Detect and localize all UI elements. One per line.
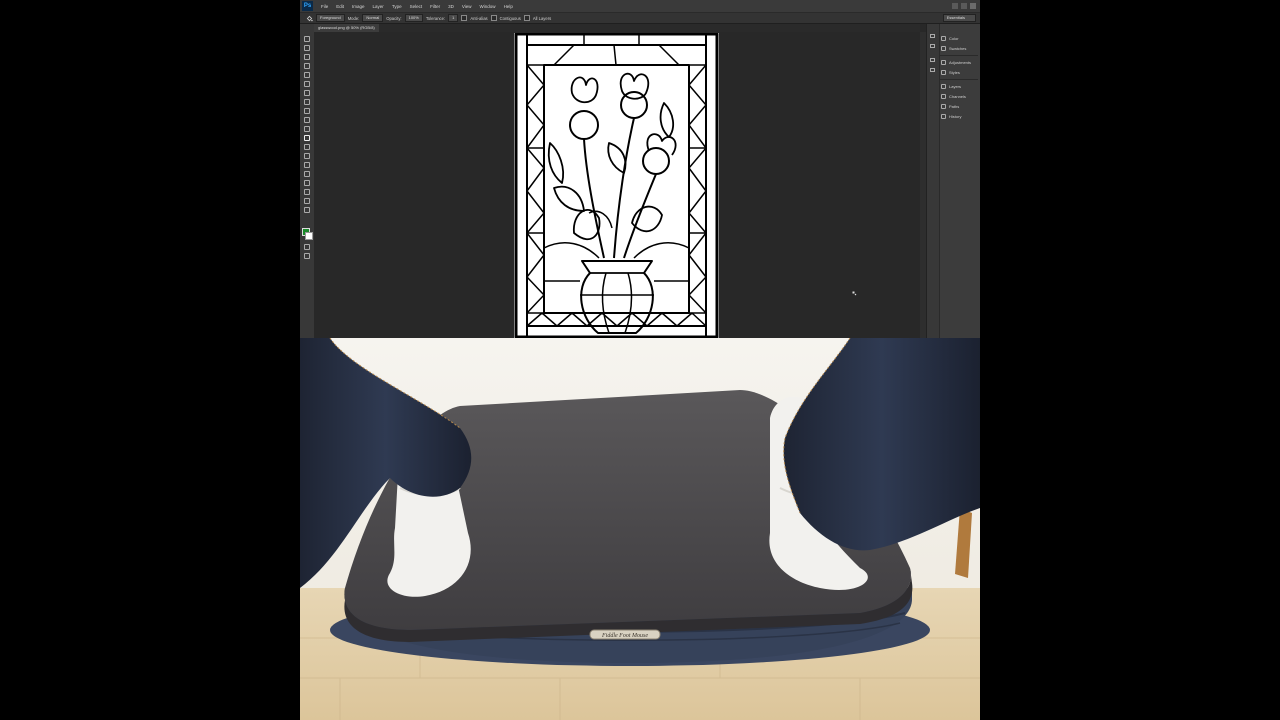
swatches-grid-icon <box>941 45 946 51</box>
panel-label: Styles <box>949 69 960 75</box>
history-icon <box>941 113 946 119</box>
lasso-tool-icon[interactable] <box>304 54 310 60</box>
panel-label: History <box>949 113 962 119</box>
brush-tool-icon[interactable] <box>304 99 310 105</box>
panel-divider <box>940 55 978 56</box>
opacity-label: Opacity: <box>386 15 402 21</box>
panel-color[interactable]: Color <box>941 34 959 42</box>
panel-layers[interactable]: Layers <box>941 82 961 90</box>
channels-icon <box>941 93 946 99</box>
panel-label: Channels <box>949 93 966 99</box>
panel-swatches[interactable]: Swatches <box>941 44 966 52</box>
move-tool-icon[interactable] <box>304 36 310 42</box>
panel-history[interactable]: History <box>941 112 961 120</box>
blur-tool-icon[interactable] <box>304 144 310 150</box>
menu-window[interactable]: Window <box>476 4 500 9</box>
eyedropper-tool-icon[interactable] <box>304 81 310 87</box>
panel-adjustments[interactable]: Adjustments <box>941 58 971 66</box>
panel-label: Color <box>949 35 959 41</box>
workspace-select[interactable]: Essentials <box>942 14 976 22</box>
layers-icon <box>941 83 946 89</box>
menu-image[interactable]: Image <box>348 4 369 9</box>
window-controls <box>952 3 980 9</box>
marquee-tool-icon[interactable] <box>304 45 310 51</box>
menu-type[interactable]: Type <box>388 4 406 9</box>
paint-bucket-tool-icon[interactable] <box>304 135 310 141</box>
properties-panel-icon[interactable] <box>930 44 935 48</box>
paragraph-panel-icon[interactable] <box>930 68 935 72</box>
paths-icon <box>941 103 946 109</box>
photoshop-logo-icon: Ps <box>302 1 313 11</box>
menu-view[interactable]: View <box>458 4 476 9</box>
minimize-icon[interactable] <box>952 3 958 9</box>
quick-mask-icon[interactable] <box>304 244 310 250</box>
menu-select[interactable]: Select <box>406 4 427 9</box>
contiguous-label: Contiguous <box>499 15 521 21</box>
canvas-area[interactable] <box>314 32 920 338</box>
document-tab[interactable]: glasswood.png @ 50% (RGB/8) <box>314 24 379 32</box>
hand-tool-icon[interactable] <box>304 198 310 204</box>
menu-3d[interactable]: 3D <box>444 4 458 9</box>
close-icon[interactable] <box>970 3 976 9</box>
history-brush-tool-icon[interactable] <box>304 117 310 123</box>
tool-options-bar: Foreground Mode: Normal Opacity: 100% To… <box>300 12 980 24</box>
document-canvas[interactable] <box>514 33 719 338</box>
shape-tool-icon[interactable] <box>304 189 310 195</box>
tolerance-label: Tolerance: <box>425 15 446 21</box>
opacity-field[interactable]: 100% <box>404 14 423 22</box>
type-tool-icon[interactable] <box>304 171 310 177</box>
all-layers-label: All Layers <box>532 15 552 21</box>
healing-tool-icon[interactable] <box>304 90 310 96</box>
all-layers-checkbox[interactable] <box>523 15 530 21</box>
stained-glass-artwork <box>514 33 719 338</box>
maximize-icon[interactable] <box>961 3 967 9</box>
adjustments-icon <box>941 59 946 65</box>
styles-icon <box>941 69 946 75</box>
menu-bar: Ps File Edit Image Layer Type Select Fil… <box>300 0 980 12</box>
history-panel-icon[interactable] <box>930 34 935 38</box>
menu-help[interactable]: Help <box>500 4 517 9</box>
crop-tool-icon[interactable] <box>304 72 310 78</box>
menu-filter[interactable]: Filter <box>426 4 444 9</box>
paint-bucket-cursor-icon <box>852 291 857 296</box>
zoom-tool-icon[interactable] <box>304 207 310 213</box>
dodge-tool-icon[interactable] <box>304 153 310 159</box>
color-palette-icon <box>941 35 946 41</box>
tolerance-field[interactable]: 1 <box>448 14 459 22</box>
screen-mode-icon[interactable] <box>304 253 310 259</box>
device-nameplate: Fiddle Foot Mouse <box>601 633 648 639</box>
photoshop-window: Ps File Edit Image Layer Type Select Fil… <box>300 0 980 338</box>
toolbox <box>300 24 315 338</box>
path-select-tool-icon[interactable] <box>304 180 310 186</box>
background-color-swatch[interactable] <box>305 232 313 240</box>
panel-label: Swatches <box>949 45 967 51</box>
panel-channels[interactable]: Channels <box>941 92 966 100</box>
paint-bucket-icon[interactable] <box>306 15 313 22</box>
webcam-photo: Fiddle Foot Mouse <box>300 338 980 720</box>
menu-layer[interactable]: Layer <box>369 4 388 9</box>
feet-on-foot-mouse-photo: Fiddle Foot Mouse <box>300 338 980 720</box>
panel-label: Layers <box>949 83 962 89</box>
pen-tool-icon[interactable] <box>304 162 310 168</box>
collapsed-panel-strip <box>927 24 940 338</box>
panel-styles[interactable]: Styles <box>941 68 960 76</box>
fill-source-select[interactable]: Foreground <box>316 14 345 22</box>
right-panel-dock: Color Swatches Adjustments Styles Layers… <box>926 24 980 338</box>
panel-divider <box>940 79 978 80</box>
clone-stamp-tool-icon[interactable] <box>304 108 310 114</box>
contiguous-checkbox[interactable] <box>490 15 497 21</box>
mode-label: Mode: <box>347 15 360 21</box>
menu-file[interactable]: File <box>317 4 332 9</box>
quick-select-tool-icon[interactable] <box>304 63 310 69</box>
anti-alias-label: Anti-alias <box>470 15 488 21</box>
anti-alias-checkbox[interactable] <box>461 15 468 21</box>
panel-label: Adjustments <box>949 59 972 65</box>
panel-label: Paths <box>949 103 960 109</box>
panel-paths[interactable]: Paths <box>941 102 959 110</box>
document-tab-bar: glasswood.png @ 50% (RGB/8) <box>314 24 920 32</box>
eraser-tool-icon[interactable] <box>304 126 310 132</box>
menu-edit[interactable]: Edit <box>332 4 348 9</box>
character-panel-icon[interactable] <box>930 58 935 62</box>
mode-select[interactable]: Normal <box>362 14 384 22</box>
